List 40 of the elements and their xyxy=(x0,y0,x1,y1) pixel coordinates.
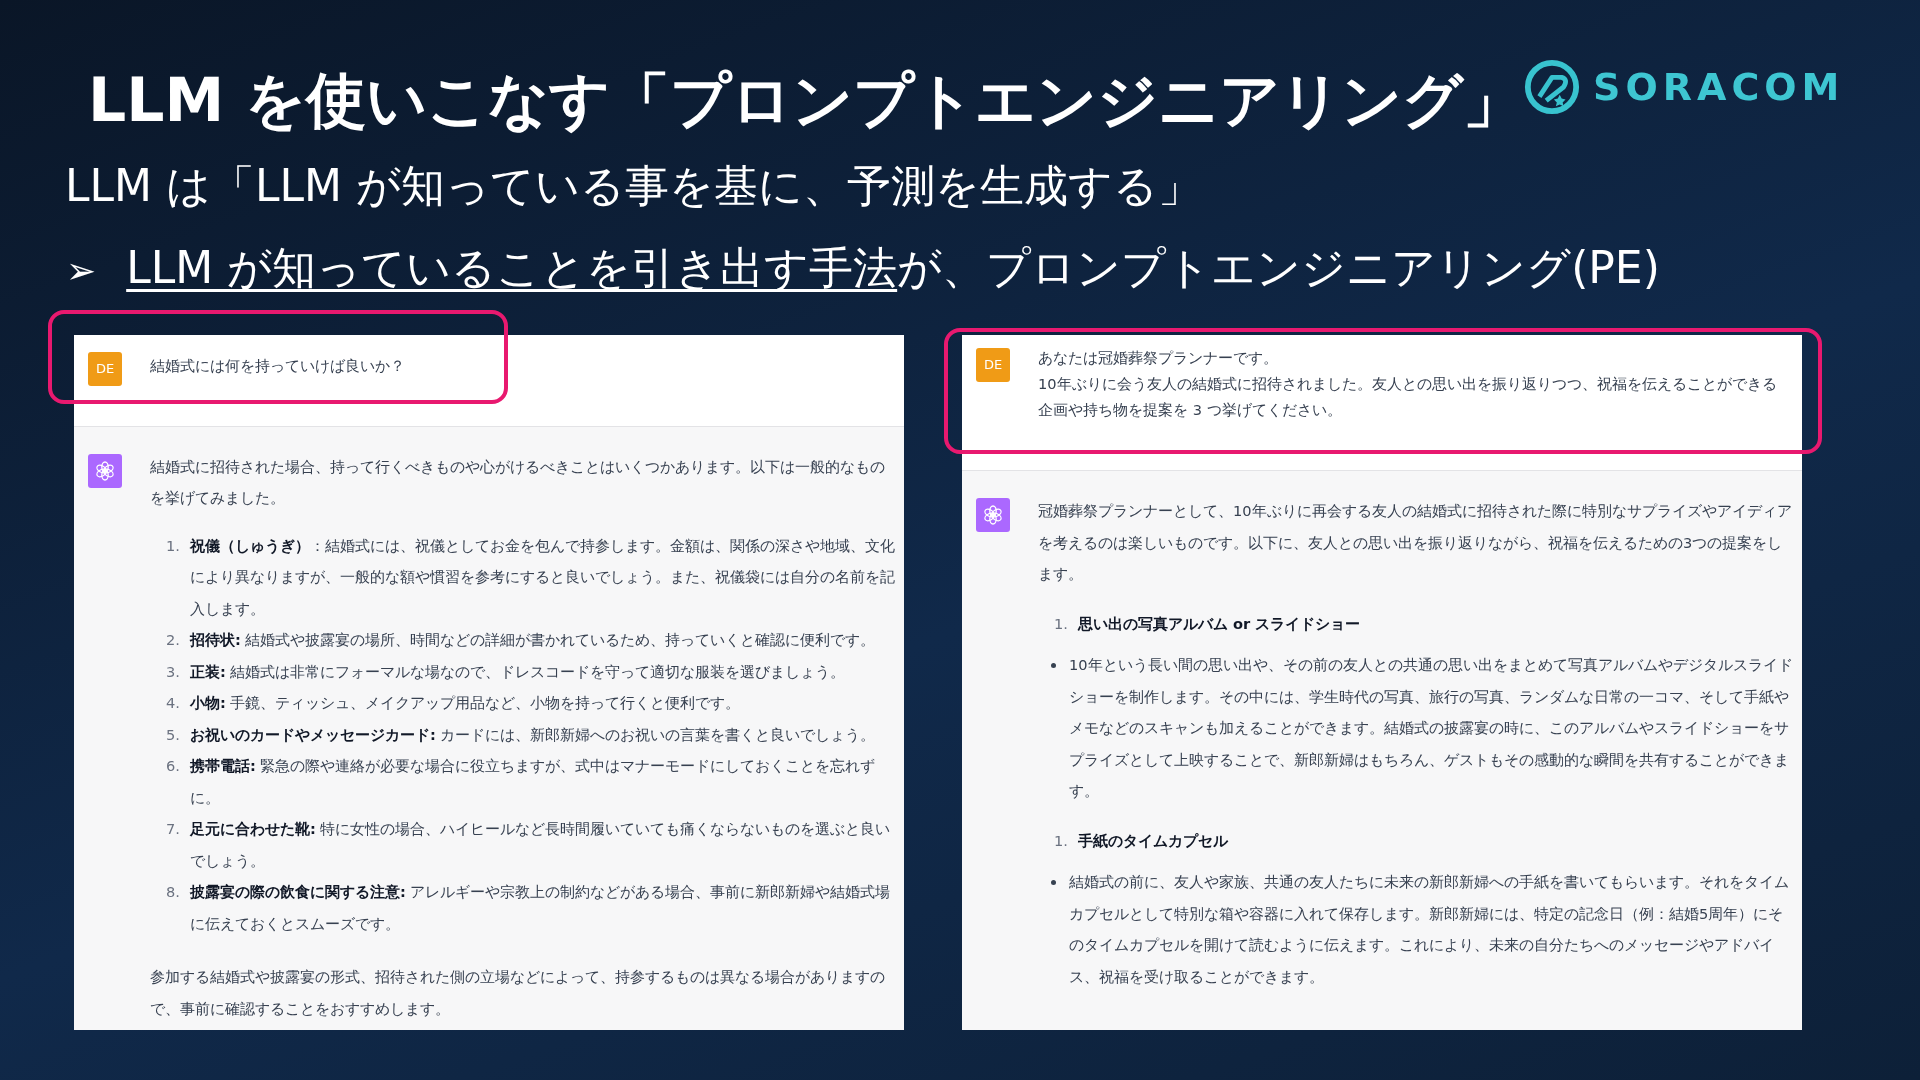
response-paragraph: 参加する結婚式や披露宴の形式、招待された側の立場などによって、持参するものは異なる場合がありますので、事前に確認することをおすすめします。 xyxy=(150,967,886,1019)
section-heading: 手紙のタイムカプセル xyxy=(1078,830,1228,851)
assistant-avatar-icon xyxy=(88,453,122,488)
list-number: 2. xyxy=(165,630,181,650)
list-number: 6. xyxy=(165,756,181,776)
list-item-text: 祝儀（しゅうぎ）：結婚式には、祝儀としてお金を包んで持参します。金額は、関係の深さや地域、文化により異なりますが、一般的な額や慣習を参考にすると良いでしょう。また、祝儀袋には自分の名前を記入します。 xyxy=(190,535,896,619)
list-number: 1. xyxy=(1053,830,1069,851)
slide-title: LLM を使いこなす「プロンプトエンジニアリング」 xyxy=(88,64,1524,137)
list-number: 3. xyxy=(165,661,181,682)
statement-text: LLM は「LLM が知っている事を基に、予測を生成する」 xyxy=(64,159,1203,213)
list-item-text: 披露宴の際の飲食に関する注意: アレルギーや宗教上の制約などがある場合、事前に新郎新婦や結婚式場に伝えておくとスムーズです。 xyxy=(190,882,892,934)
list-item-text: 足元に合わせた靴: 特に女性の場合、ハイヒールなど長時間履いていても痛くならないものを選ぶと良いでしょう。 xyxy=(190,819,892,871)
list-item-text: お祝いのカードやメッセージカード: カードには、新郎新婦へのお祝いの言葉を書くと良いでしょう。 xyxy=(190,724,876,745)
list-item-text: 正装: 結婚式は非常にフォーマルな場なので、ドレスコードを守って適切な服装を選びましょう。 xyxy=(190,661,846,682)
list-item-text: 招待状: 結婚式や披露宴の場所、時間などの詳細が書かれているため、持っていくと確認に便利です。 xyxy=(190,630,876,650)
list-item-text: 携帯電話: 緊急の際や連絡が必要な場合に役立ちますが、式中はマナーモードにしておくことを忘れずに。 xyxy=(190,756,877,808)
list-number: 5. xyxy=(165,724,181,745)
bullet-dot xyxy=(1051,663,1056,668)
bullet-paragraph: 10年という長い間の思い出や、その前の友人との共通の思い出をまとめて写真アルバムやデジタルスライドショーを制作します。その中には、学生時代の写真、旅行の写真、ランダムな日常の一コマ、そして手紙やメモなどのスキャンも加えることができます。結婚式の披露宴の時に、このアルバムやスライドショーをサプライズとして上映することで、新郎新婦はもちろん、ゲストもその感動的な瞬間を共有することができます。 xyxy=(1069,655,1794,801)
list-item-text: 小物: 手鏡、ティッシュ、メイクアップ用品など、小物を持って行くと便利です。 xyxy=(190,693,741,713)
logo-wordmark: SORACOM xyxy=(1593,64,1845,110)
list-number: 7. xyxy=(165,819,181,839)
response-paragraph: 結婚式に招待された場合、持って行くべきものや心がけるべきことはいくつかあります。以下は一般的なものを挙げてみました。 xyxy=(150,456,886,508)
bullet-dot xyxy=(1051,880,1056,885)
assistant-avatar-icon xyxy=(976,498,1010,532)
section-heading: 思い出の写真アルバム or スライドショー xyxy=(1078,613,1361,634)
logo-icon xyxy=(1523,58,1582,116)
bullet-text: が、プロンプトエンジニアリング(PE) xyxy=(897,241,1660,295)
user-prompt: 結婚式には何を持っていけば良いか？ xyxy=(150,356,405,376)
list-number: 1. xyxy=(1053,613,1069,634)
response-paragraph: 冠婚葬祭プランナーとして、10年ぶりに再会する友人の結婚式に招待された際に特別なサプライズやアイディアを考えるのは楽しいものです。以下に、友人との思い出を振り返りながら、祝福を伝えるための3つの提案をします。 xyxy=(1038,501,1793,584)
list-number: 8. xyxy=(165,882,181,902)
user-avatar: DE xyxy=(976,348,1010,382)
list-number: 4. xyxy=(165,693,181,713)
underlined-text: LLM が知っていることを引き出す手法 xyxy=(126,241,898,295)
user-prompt: あなたは冠婚葬祭プランナーです。 10年ぶりに会う友人の結婚式に招待されました。友人との思い出を振り返りつつ、祝福を伝えることができる企画や持ち物を提案を 3 つ挙げてください。 xyxy=(1038,348,1778,420)
list-number: 1. xyxy=(165,535,181,556)
user-avatar: DE xyxy=(88,352,122,386)
bullet-paragraph: 結婚式の前に、友人や家族、共通の友人たちに未来の新郎新婦への手紙を書いてもらいます。それをタイムカプセルとして特別な箱や容器に入れて保存します。新郎新婦には、特定の記念日（例：結婚5周年）にそのタイムカプセルを開けて読むように伝えます。これにより、未来の自分たちへのメッセージやアドバイス、祝福を受け取ることができます。 xyxy=(1069,872,1790,987)
arrow-bullet: ➢ xyxy=(66,249,97,293)
